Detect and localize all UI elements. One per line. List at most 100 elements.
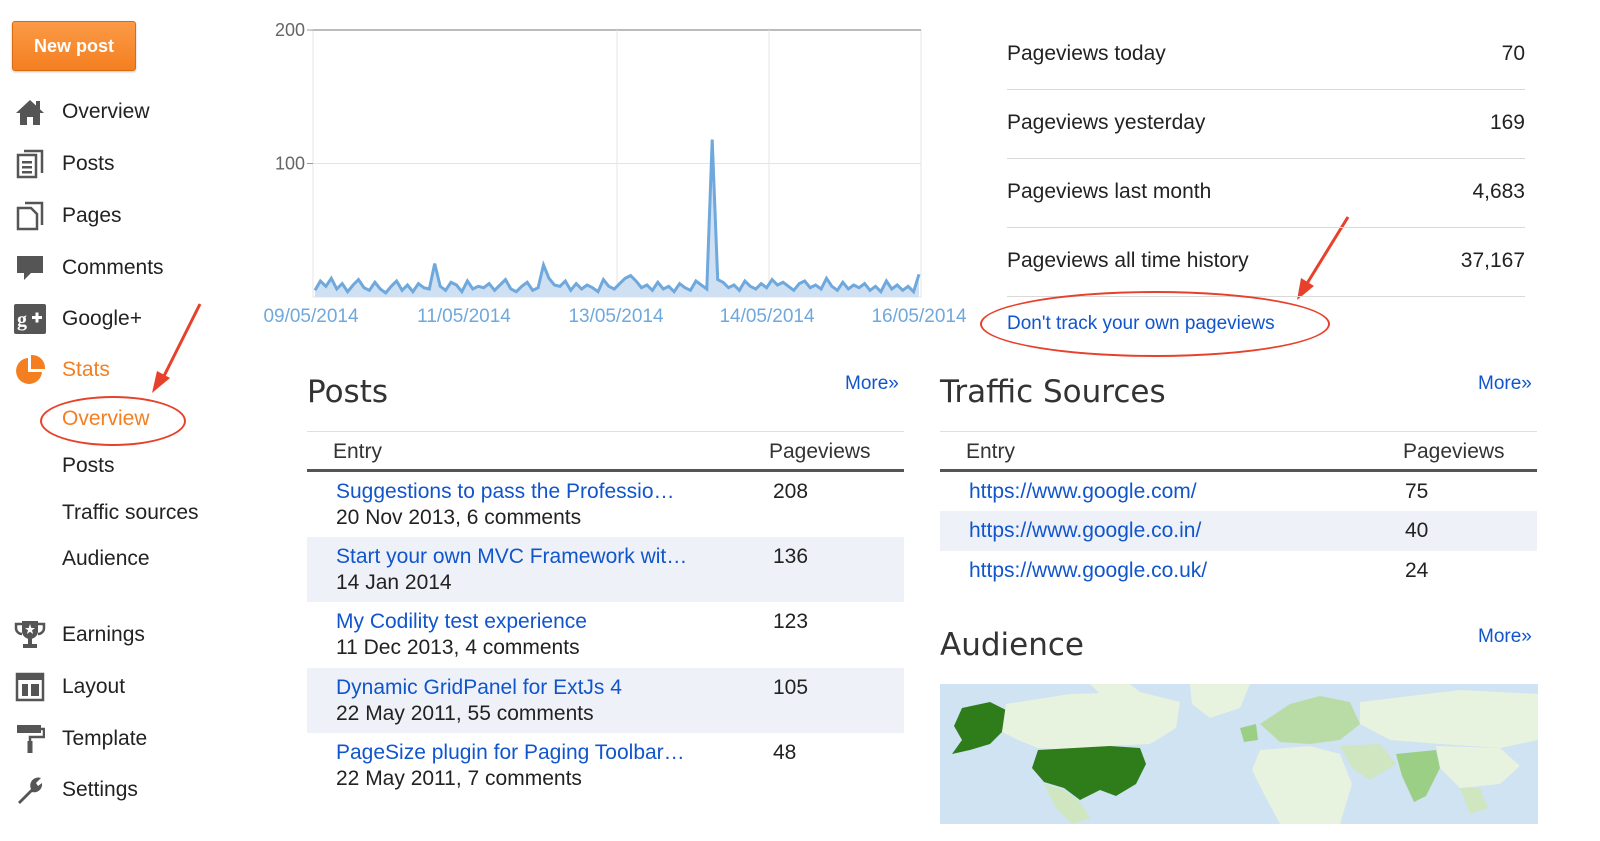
- table-row: https://www.google.co.uk/ 24: [940, 551, 1537, 591]
- sidebar-item-pages[interactable]: Pages: [12, 198, 242, 234]
- audience-section-title: Audience: [940, 627, 1084, 663]
- table-row: Start your own MVC Framework wit… 14 Jan…: [307, 537, 904, 602]
- pie-chart-icon: [12, 352, 48, 388]
- stat-row-last-month: Pageviews last month 4,683: [1007, 158, 1525, 228]
- sidebar-item-label: Posts: [62, 152, 115, 175]
- stat-label: Pageviews last month: [1007, 180, 1212, 203]
- source-pageviews: 75: [1405, 480, 1429, 503]
- sidebar-item-label: Comments: [62, 256, 164, 279]
- col-pageviews: Pageviews: [769, 440, 871, 463]
- pages-icon: [12, 198, 48, 234]
- post-pageviews: 105: [773, 676, 809, 699]
- post-title-link[interactable]: Start your own MVC Framework wit…: [336, 545, 687, 569]
- source-pageviews: 40: [1405, 519, 1429, 542]
- sidebar-item-label: Earnings: [62, 623, 145, 646]
- post-meta: 22 May 2011, 7 comments: [336, 767, 582, 790]
- traffic-table-header: Entry Pageviews: [940, 431, 1537, 472]
- table-row: Suggestions to pass the Professio… 20 No…: [307, 472, 904, 537]
- table-row: PageSize plugin for Paging Toolbar… 22 M…: [307, 733, 904, 798]
- x-tick-label: 11/05/2014: [417, 306, 511, 327]
- source-url-link[interactable]: https://www.google.co.uk/: [969, 559, 1207, 583]
- sidebar-item-template[interactable]: Template: [12, 721, 242, 757]
- stats-sub-audience[interactable]: Audience: [62, 547, 150, 571]
- comment-icon: [12, 250, 48, 286]
- sidebar-item-label: Overview: [62, 100, 150, 123]
- stat-value: 4,683: [1472, 180, 1525, 203]
- sidebar-item-earnings[interactable]: Earnings: [12, 617, 242, 653]
- sidebar-item-layout[interactable]: Layout: [12, 669, 242, 705]
- post-pageviews: 208: [773, 480, 809, 503]
- posts-section-title: Posts: [307, 374, 389, 410]
- sidebar-item-label: Settings: [62, 778, 138, 801]
- source-url-link[interactable]: https://www.google.co.in/: [969, 519, 1201, 543]
- table-row: Dynamic GridPanel for ExtJs 4 22 May 201…: [307, 668, 904, 733]
- layout-icon: [12, 669, 48, 705]
- chart-series-line: [313, 139, 921, 296]
- table-row: https://www.google.co.in/ 40: [940, 511, 1537, 551]
- wrench-icon: [12, 772, 48, 808]
- post-pageviews: 48: [773, 741, 797, 764]
- post-meta: 20 Nov 2013, 6 comments: [336, 506, 582, 529]
- posts-more-link[interactable]: More»: [845, 373, 899, 395]
- stat-row-yesterday: Pageviews yesterday 169: [1007, 89, 1525, 159]
- post-title-link[interactable]: My Codility test experience: [336, 610, 587, 634]
- sidebar-item-settings[interactable]: Settings: [12, 772, 242, 808]
- x-tick-label: 13/05/2014: [568, 306, 664, 327]
- google-plus-icon: g: [12, 301, 48, 337]
- sidebar-item-comments[interactable]: Comments: [12, 250, 242, 286]
- stats-sub-posts[interactable]: Posts: [62, 454, 115, 478]
- stat-row-all-time: Pageviews all time history 37,167: [1007, 227, 1525, 297]
- stat-label: Pageviews today: [1007, 42, 1166, 65]
- trophy-icon: [12, 617, 48, 653]
- y-tick-label: 100: [275, 154, 305, 174]
- x-tick-label: 09/05/2014: [263, 306, 359, 327]
- dont-track-pageviews-link[interactable]: Don't track your own pageviews: [1007, 313, 1275, 335]
- stats-sub-traffic-sources[interactable]: Traffic sources: [62, 501, 199, 525]
- home-icon: [12, 94, 48, 130]
- traffic-more-link[interactable]: More»: [1478, 373, 1532, 395]
- post-pageviews: 123: [773, 610, 809, 633]
- post-pageviews: 136: [773, 545, 809, 568]
- post-title-link[interactable]: Suggestions to pass the Professio…: [336, 480, 675, 504]
- sidebar-item-label: Layout: [62, 675, 126, 698]
- stat-value: 70: [1501, 42, 1525, 65]
- new-post-button[interactable]: New post: [12, 21, 136, 71]
- post-title-link[interactable]: PageSize plugin for Paging Toolbar…: [336, 741, 685, 765]
- table-row: My Codility test experience 11 Dec 2013,…: [307, 602, 904, 667]
- audience-more-link[interactable]: More»: [1478, 626, 1532, 648]
- sidebar-item-label: Pages: [62, 204, 122, 227]
- col-entry: Entry: [333, 440, 383, 463]
- sidebar-item-google-plus[interactable]: g Google+: [12, 301, 242, 337]
- stat-value: 169: [1489, 111, 1525, 134]
- world-map-graphic: [952, 684, 1538, 824]
- source-pageviews: 24: [1405, 559, 1429, 582]
- sidebar-item-overview[interactable]: Overview: [12, 94, 242, 130]
- sidebar-item-label: Template: [62, 727, 148, 750]
- audience-world-map[interactable]: [940, 684, 1538, 824]
- col-pageviews: Pageviews: [1403, 440, 1505, 463]
- y-tick-label: 200: [275, 20, 305, 40]
- sidebar-item-posts[interactable]: Posts: [12, 146, 242, 182]
- stats-sub-overview[interactable]: Overview: [62, 407, 150, 431]
- sidebar-item-label: Stats: [62, 358, 110, 381]
- table-row: https://www.google.com/ 75: [940, 472, 1537, 512]
- traffic-section-title: Traffic Sources: [940, 374, 1166, 410]
- chart-frame: [312, 29, 922, 298]
- col-entry: Entry: [966, 440, 1016, 463]
- post-meta: 11 Dec 2013, 4 comments: [336, 636, 580, 659]
- sidebar-item-stats[interactable]: Stats: [12, 352, 242, 388]
- svg-text:g: g: [17, 309, 27, 331]
- x-tick-label: 16/05/2014: [871, 306, 967, 327]
- paint-roller-icon: [12, 721, 48, 757]
- posts-table-header: Entry Pageviews: [307, 431, 904, 472]
- stat-value: 37,167: [1460, 249, 1525, 272]
- posts-icon: [12, 146, 48, 182]
- stat-label: Pageviews yesterday: [1007, 111, 1206, 134]
- sidebar-item-label: Google+: [62, 307, 142, 330]
- stat-row-today: Pageviews today 70: [1007, 20, 1525, 90]
- post-meta: 22 May 2011, 55 comments: [336, 702, 594, 725]
- source-url-link[interactable]: https://www.google.com/: [969, 480, 1197, 504]
- stat-label: Pageviews all time history: [1007, 249, 1249, 272]
- post-title-link[interactable]: Dynamic GridPanel for ExtJs 4: [336, 676, 622, 700]
- chart-series-area: [315, 139, 919, 297]
